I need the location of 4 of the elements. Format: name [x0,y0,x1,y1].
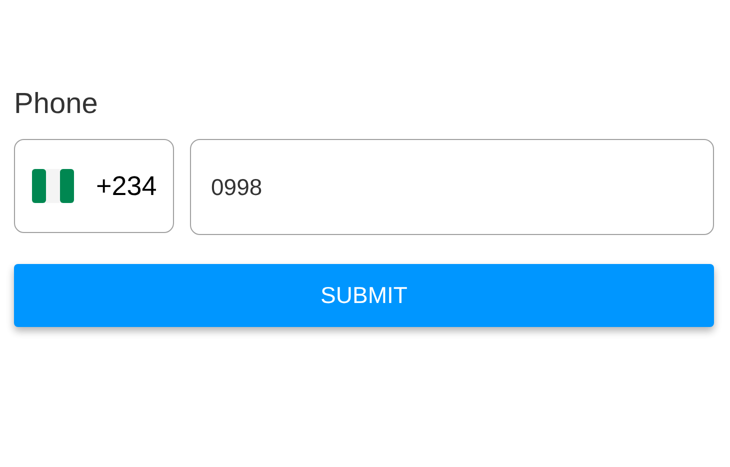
field-label: Phone [14,87,98,122]
flag-icon [32,169,74,203]
phone-input[interactable]: 0998 [190,139,714,235]
country-selector[interactable]: +234 [14,139,174,233]
